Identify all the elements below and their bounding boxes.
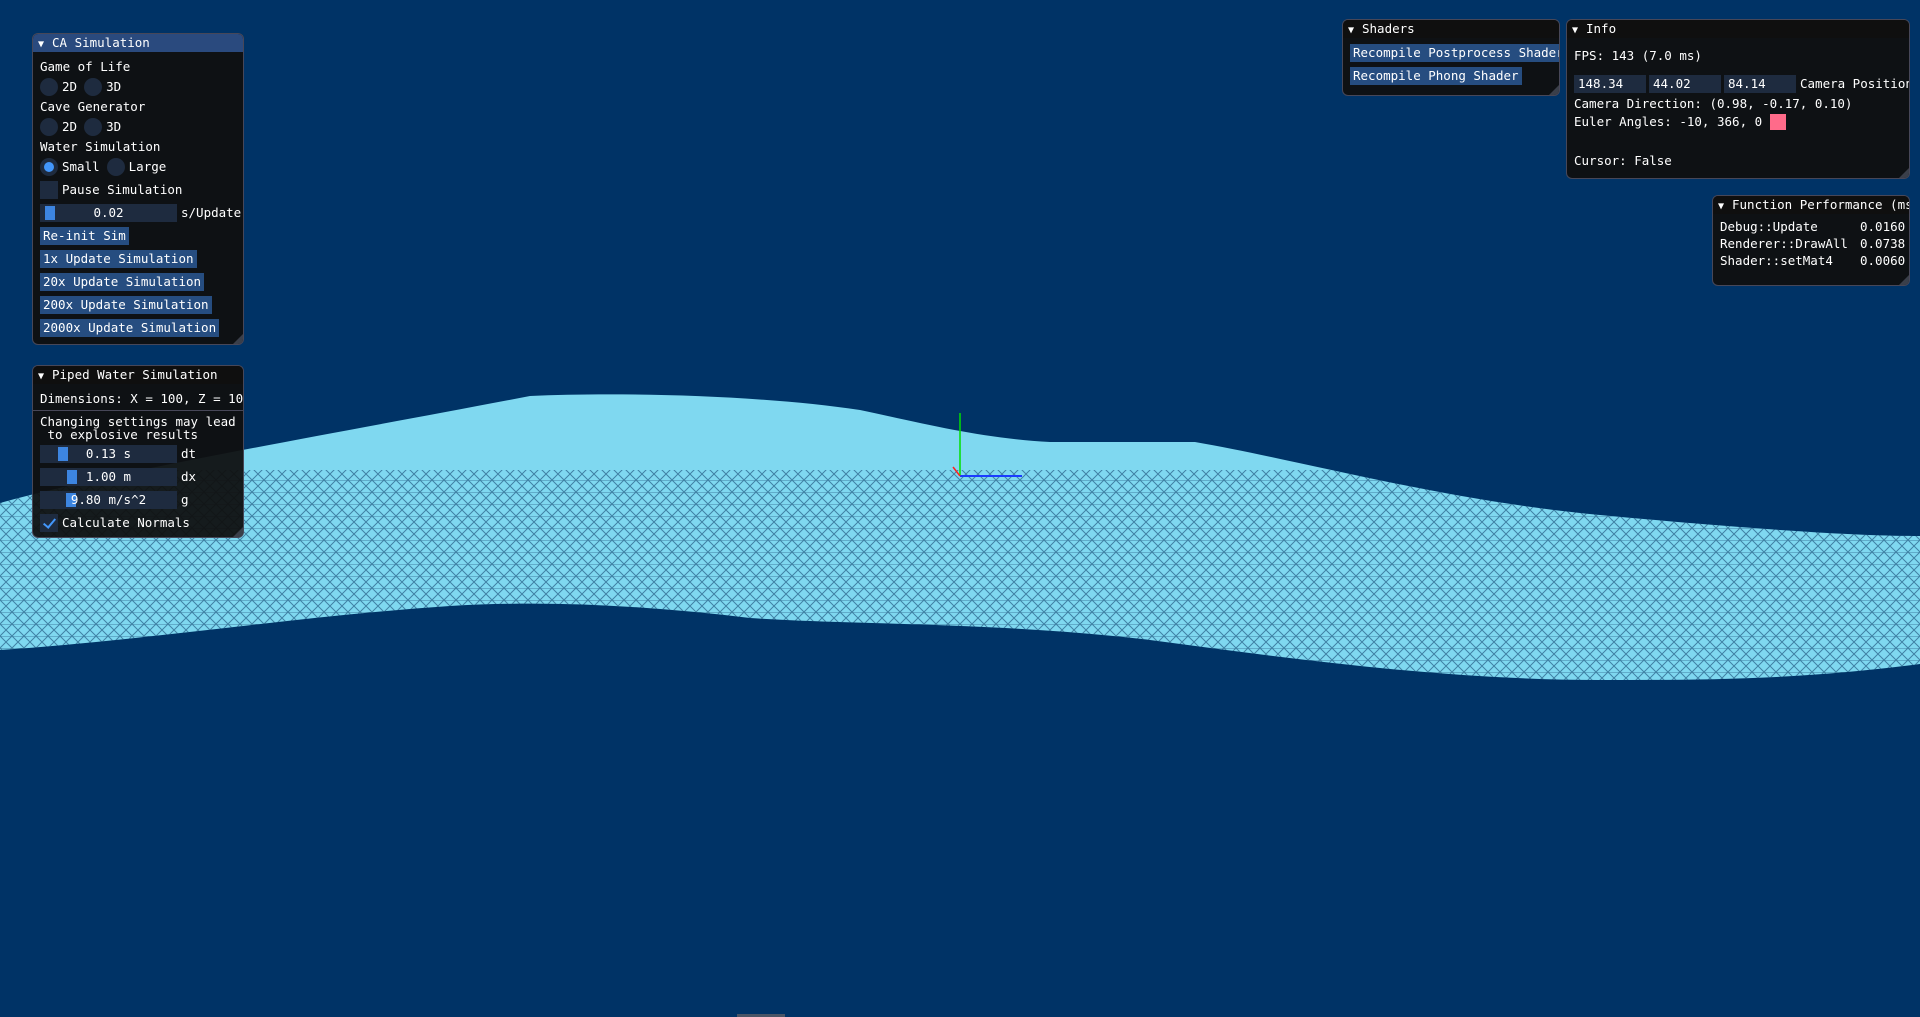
recompile-postprocess-button[interactable]: Recompile Postprocess Shader — [1350, 44, 1559, 62]
function-performance-window: ▼ Function Performance (ms) Debug::Update… — [1712, 195, 1910, 286]
fps-text: FPS: 143 (7.0 ms) — [1574, 48, 1702, 63]
pause-simulation-checkbox[interactable] — [40, 181, 58, 199]
resize-grip[interactable] — [233, 334, 243, 344]
perf-function-value: 0.0160 — [1860, 219, 1906, 234]
cave-generator-3d-radio[interactable] — [84, 118, 103, 136]
collapse-arrow-icon[interactable]: ▼ — [38, 36, 52, 54]
water-large-radio[interactable] — [106, 158, 125, 176]
function-performance-titlebar[interactable]: ▼ Function Performance (ms) — [1713, 196, 1909, 214]
wireframe-mesh — [0, 470, 1920, 680]
dt-label: dt — [181, 446, 197, 461]
ca-simulation-titlebar[interactable]: ▼ CA Simulation — [33, 34, 243, 52]
radio-label: Small — [62, 159, 100, 174]
slider-value: 1.00 m — [85, 469, 132, 484]
perf-function-name: Debug::Update — [1720, 219, 1818, 234]
game-of-life-3d-radio[interactable] — [84, 78, 103, 96]
perf-function-name: Shader::setMat4 — [1720, 253, 1833, 268]
resize-grip[interactable] — [1899, 275, 1909, 285]
dimensions-text: Dimensions: X = 100, Z = 100 — [40, 391, 244, 406]
perf-function-name: Renderer::DrawAll — [1720, 236, 1848, 251]
collapse-arrow-icon[interactable]: ▼ — [1718, 198, 1732, 216]
slider-value: 0.13 s — [85, 446, 132, 461]
window-title: CA Simulation — [52, 35, 150, 50]
radio-label: 2D — [62, 119, 78, 134]
collapse-arrow-icon[interactable]: ▼ — [1572, 22, 1586, 40]
slider-value: 0.02 — [93, 205, 124, 220]
cursor-text: Cursor: False — [1574, 153, 1672, 168]
update-200x-button[interactable]: 200x Update Simulation — [40, 296, 212, 314]
resize-grip[interactable] — [1549, 85, 1559, 95]
window-title: Function Performance (ms) — [1732, 197, 1910, 212]
perf-function-value: 0.0060 — [1860, 253, 1906, 268]
shaders-titlebar[interactable]: ▼ Shaders — [1343, 20, 1559, 38]
calculate-normals-label: Calculate Normals — [62, 515, 190, 530]
camera-position-z-field[interactable]: 84.14 — [1724, 75, 1796, 93]
g-label: g — [181, 492, 189, 507]
warning-line-2: to explosive results — [40, 427, 199, 442]
camera-position-x-field[interactable]: 148.34 — [1574, 75, 1646, 93]
recompile-phong-button[interactable]: Recompile Phong Shader — [1350, 67, 1522, 85]
radio-label: Large — [128, 159, 167, 174]
radio-label: 2D — [62, 79, 78, 94]
dx-label: dx — [181, 469, 197, 484]
resize-grip[interactable] — [233, 527, 243, 537]
pause-simulation-label: Pause Simulation — [62, 182, 183, 197]
euler-angles-text: Euler Angles: -10, 366, 0 — [1574, 114, 1763, 129]
update-2000x-button[interactable]: 2000x Update Simulation — [40, 319, 220, 337]
water-small-radio[interactable] — [40, 158, 58, 176]
radio-label: 3D — [106, 119, 122, 134]
info-titlebar[interactable]: ▼ Info — [1567, 20, 1909, 38]
piped-water-titlebar[interactable]: ▼ Piped Water Simulation — [33, 366, 243, 384]
window-title: Piped Water Simulation — [52, 367, 218, 382]
camera-direction-text: Camera Direction: (0.98, -0.17, 0.10) — [1574, 96, 1853, 111]
slider-value: 9.80 m/s^2 — [70, 492, 147, 507]
water-simulation-label: Water Simulation — [40, 139, 161, 154]
cave-generator-2d-radio[interactable] — [40, 118, 58, 136]
shaders-window: ▼ Shaders Recompile Postprocess Shader Re… — [1342, 19, 1560, 96]
cave-generator-label: Cave Generator — [40, 99, 146, 114]
color-swatch[interactable] — [1769, 114, 1786, 130]
dx-slider[interactable]: 1.00 m — [40, 468, 177, 486]
info-window: ▼ Info FPS: 143 (7.0 ms) 148.34 44.02 84.… — [1566, 19, 1910, 179]
piped-water-window: ▼ Piped Water Simulation Dimensions: X = … — [32, 365, 244, 538]
game-of-life-2d-radio[interactable] — [40, 78, 58, 96]
update-20x-button[interactable]: 20x Update Simulation — [40, 273, 205, 291]
camera-position-label: Camera Position — [1800, 76, 1910, 91]
camera-position-y-field[interactable]: 44.02 — [1649, 75, 1721, 93]
resize-grip[interactable] — [1899, 168, 1909, 178]
calculate-normals-checkbox[interactable] — [40, 514, 58, 532]
collapse-arrow-icon[interactable]: ▼ — [1348, 22, 1362, 40]
update-rate-label: s/Update — [181, 205, 242, 220]
collapse-arrow-icon[interactable]: ▼ — [38, 368, 52, 386]
update-rate-slider[interactable]: 0.02 — [40, 204, 177, 222]
game-of-life-label: Game of Life — [40, 59, 131, 74]
g-slider[interactable]: 9.80 m/s^2 — [40, 491, 177, 509]
dt-slider[interactable]: 0.13 s — [40, 445, 177, 463]
perf-function-value: 0.0738 — [1860, 236, 1906, 251]
separator — [33, 410, 243, 411]
update-1x-button[interactable]: 1x Update Simulation — [40, 250, 197, 268]
radio-label: 3D — [106, 79, 122, 94]
ca-simulation-window: ▼ CA Simulation Game of Life 2D 3D Cave Ge… — [32, 33, 244, 345]
reinit-sim-button[interactable]: Re-init Sim — [40, 227, 129, 245]
window-title: Info — [1586, 21, 1617, 36]
window-title: Shaders — [1362, 21, 1415, 36]
